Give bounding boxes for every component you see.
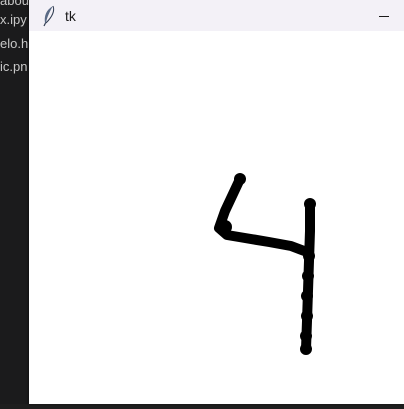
stroke-diagonal bbox=[214, 174, 312, 257]
tk-window: tk bbox=[29, 0, 404, 404]
feather-icon bbox=[37, 4, 61, 28]
title-bar[interactable]: tk bbox=[29, 0, 404, 31]
window-title: tk bbox=[65, 7, 76, 24]
drawing-canvas[interactable] bbox=[29, 31, 404, 404]
background-editor-sidebar: abou x.ipy elo.h ic.pn bbox=[0, 0, 30, 404]
minimize-button[interactable] bbox=[370, 0, 398, 31]
minimize-icon bbox=[379, 15, 389, 17]
drawn-digit-four bbox=[214, 173, 316, 355]
